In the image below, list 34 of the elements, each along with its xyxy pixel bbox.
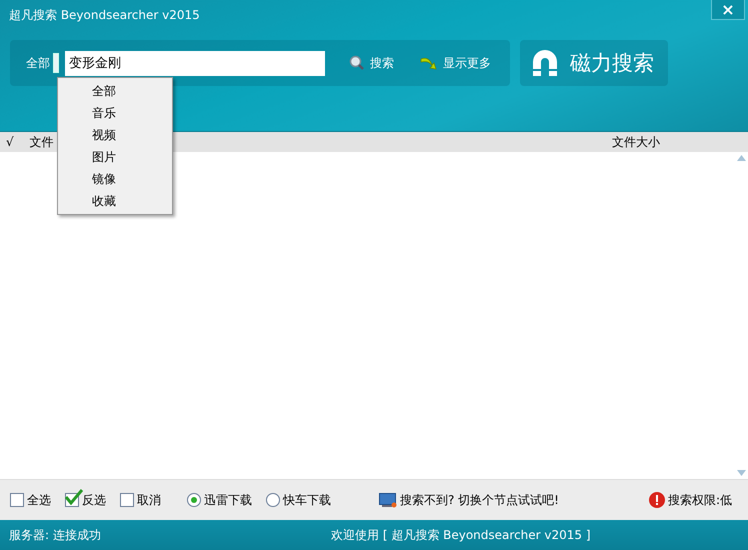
checkbox-label: 全选	[27, 492, 51, 508]
magnet-search-button[interactable]: 磁力搜索	[520, 40, 668, 86]
checkbox[interactable]	[10, 493, 24, 507]
search-icon	[349, 55, 365, 71]
menu-item[interactable]: 镜像	[58, 168, 172, 190]
checkbox[interactable]	[120, 493, 134, 507]
window-title: 超凡搜索 Beyondsearcher v2015	[8, 7, 200, 24]
checkbox-label: 取消	[137, 492, 161, 508]
show-more-button[interactable]: 显示更多	[420, 54, 491, 72]
welcome-text: 欢迎使用 [ 超凡搜索 Beyondsearcher v2015 ]	[331, 526, 591, 544]
radio-button[interactable]	[266, 493, 280, 507]
menu-item[interactable]: 全部	[58, 80, 172, 102]
magnet-icon	[530, 48, 560, 78]
warning-icon	[648, 492, 665, 508]
radio-label: 迅雷下载	[204, 492, 252, 508]
curved-arrow-icon	[420, 56, 438, 70]
radio-label: 快车下载	[283, 492, 331, 508]
menu-item[interactable]: 视频	[58, 124, 172, 146]
checkbox-label: 反选	[82, 492, 106, 508]
server-status: 服务器: 连接成功	[9, 526, 102, 544]
hint-text: 搜索不到? 切换个节点试试吧!	[400, 492, 559, 508]
column-header[interactable]: 文件大小	[612, 134, 748, 150]
monitor-icon	[379, 492, 397, 508]
close-button[interactable]: ×	[711, 0, 745, 20]
menu-item[interactable]: 音乐	[58, 102, 172, 124]
search-button[interactable]: 搜索	[349, 54, 394, 72]
search-field[interactable]: 变形金刚	[65, 50, 325, 76]
category-label: 全部	[26, 54, 50, 72]
column-header[interactable]: 文件	[14, 134, 54, 150]
menu-item[interactable]: 收藏	[58, 190, 172, 212]
menu-item[interactable]: 图片	[58, 146, 172, 168]
permission-text: 搜索权限:低	[668, 492, 732, 508]
column-header: √	[5, 135, 14, 149]
radio-button[interactable]	[187, 493, 201, 507]
